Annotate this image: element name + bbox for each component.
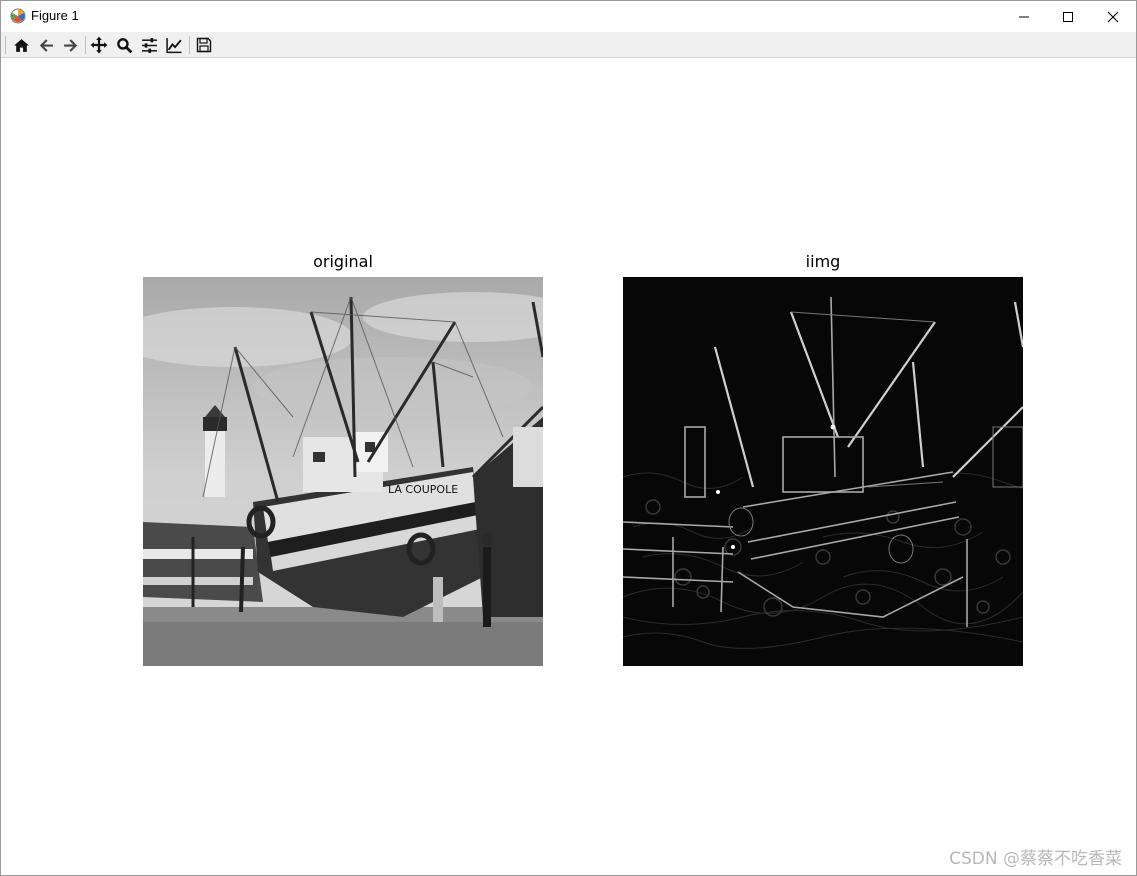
title-bar[interactable]: Figure 1	[1, 1, 1136, 32]
toolbar-separator	[85, 36, 86, 54]
subplot-title-iimg: iimg	[805, 252, 841, 271]
window-title: Figure 1	[31, 8, 79, 23]
save-button[interactable]	[194, 35, 214, 55]
figure-window: Figure 1 original LA COUPOLE iimg CSDN @…	[0, 0, 1137, 876]
matplotlib-app-icon	[10, 8, 26, 24]
edit-axes-button[interactable]	[164, 35, 184, 55]
minimize-button[interactable]	[1001, 1, 1047, 32]
minimize-icon	[1019, 16, 1029, 17]
configure-subplots-icon	[141, 37, 157, 53]
home-button[interactable]	[11, 35, 31, 55]
maximize-button[interactable]	[1045, 1, 1091, 32]
iimg-image	[623, 277, 1023, 666]
pan-icon	[90, 36, 108, 54]
forward-button[interactable]	[60, 35, 80, 55]
original-image: LA COUPOLE	[143, 277, 543, 666]
home-icon	[13, 38, 29, 52]
pan-button[interactable]	[89, 35, 109, 55]
watermark: CSDN @蔡蔡不吃香菜	[949, 849, 1122, 869]
zoom-icon	[116, 37, 132, 53]
forward-arrow-icon	[63, 38, 77, 52]
edit-axes-icon	[166, 37, 182, 53]
toolbar-separator	[189, 36, 190, 54]
figure-canvas[interactable]: original LA COUPOLE iimg CSDN @蔡蔡不吃香菜	[1, 58, 1136, 875]
zoom-button[interactable]	[114, 35, 134, 55]
svg-text:LA COUPOLE: LA COUPOLE	[388, 483, 458, 496]
subplot-title-original: original	[313, 252, 373, 271]
toolbar-separator	[5, 36, 6, 54]
close-icon	[1107, 11, 1119, 22]
maximize-icon	[1063, 11, 1073, 22]
navigation-toolbar	[1, 32, 1136, 58]
close-button[interactable]	[1090, 1, 1136, 32]
configure-subplots-button[interactable]	[139, 35, 159, 55]
save-icon	[196, 37, 212, 53]
back-arrow-icon	[39, 38, 53, 52]
back-button[interactable]	[36, 35, 56, 55]
